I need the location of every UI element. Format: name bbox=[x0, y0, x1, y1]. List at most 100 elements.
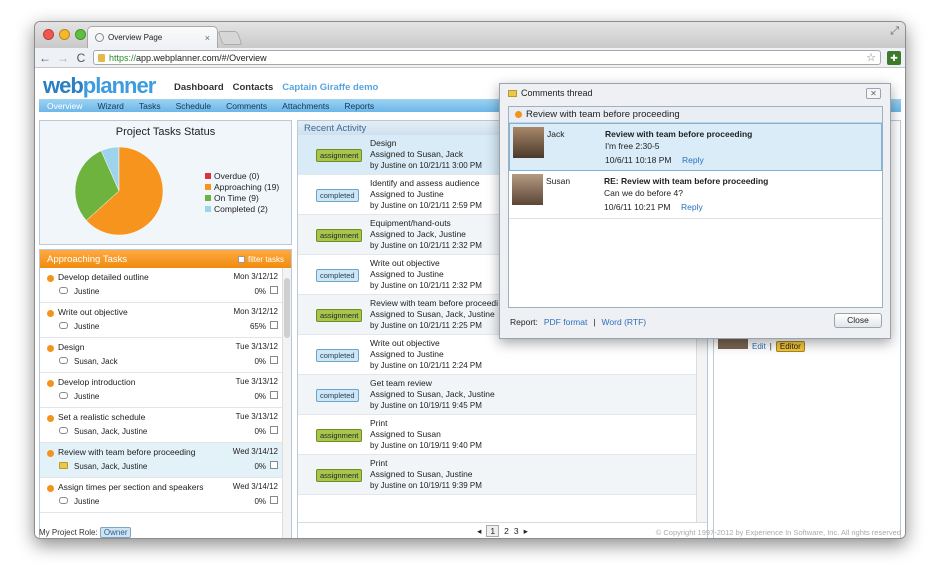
activity-meta: by Justine on 10/21/11 2:59 PM bbox=[370, 201, 482, 210]
menu-wizard[interactable]: Wizard bbox=[97, 101, 123, 111]
reply-link[interactable]: Reply bbox=[681, 202, 703, 212]
task-people: Susan, Jack bbox=[74, 357, 118, 366]
url-scheme: https:// bbox=[109, 52, 137, 63]
minimize-window-button[interactable] bbox=[59, 29, 70, 40]
menu-overview[interactable]: Overview bbox=[47, 101, 82, 111]
menu-reports[interactable]: Reports bbox=[344, 101, 374, 111]
task-name[interactable]: Develop detailed outline bbox=[58, 272, 149, 282]
comment-icon[interactable] bbox=[59, 427, 68, 434]
list-item[interactable]: Review with team before proceeding Wed 3/… bbox=[40, 443, 283, 478]
lock-icon bbox=[98, 53, 105, 62]
activity-title[interactable]: Identify and assess audience bbox=[370, 178, 480, 188]
task-name[interactable]: Develop introduction bbox=[58, 377, 136, 387]
tab-close-icon[interactable]: × bbox=[205, 33, 210, 43]
reload-icon[interactable]: C bbox=[75, 51, 87, 65]
comments-thread-dialog: Comments thread ✕ Review with team befor… bbox=[499, 83, 891, 339]
activity-badge: completed bbox=[316, 269, 359, 282]
task-name[interactable]: Assign times per section and speakers bbox=[58, 482, 204, 492]
role-badge: Owner bbox=[99, 527, 132, 538]
menu-comments[interactable]: Comments bbox=[226, 101, 267, 111]
activity-item[interactable]: completed Get team review Assigned to Susa… bbox=[298, 375, 696, 415]
status-title: Project Tasks Status bbox=[115, 126, 216, 138]
bookmark-star-icon[interactable]: ☆ bbox=[866, 51, 876, 64]
activity-item[interactable]: assignment Print Assigned to Susan, Justin… bbox=[298, 455, 696, 495]
task-complete-checkbox[interactable] bbox=[270, 496, 278, 504]
word-export-link[interactable]: Word (RTF) bbox=[602, 317, 647, 327]
editor-badge: Editor bbox=[775, 341, 805, 352]
task-complete-checkbox[interactable] bbox=[270, 321, 278, 329]
thread-title: Review with team before proceeding bbox=[526, 109, 680, 120]
nav-contacts[interactable]: Contacts bbox=[233, 82, 274, 93]
filter-tasks-toggle[interactable]: filter tasks bbox=[237, 254, 284, 264]
activity-badge: completed bbox=[316, 189, 359, 202]
task-name[interactable]: Review with team before proceeding bbox=[58, 447, 196, 457]
activity-detail: Assigned to Susan bbox=[370, 429, 441, 439]
list-item[interactable]: Write out objective Mon 3/12/12 Justine 65% bbox=[40, 303, 283, 338]
comment-icon[interactable] bbox=[59, 392, 68, 399]
close-button[interactable]: Close bbox=[834, 313, 882, 328]
dialog-close-icon[interactable]: ✕ bbox=[866, 88, 881, 99]
task-complete-checkbox[interactable] bbox=[270, 461, 278, 469]
activity-item[interactable]: assignment Print Assigned to Susan by Justi… bbox=[298, 415, 696, 455]
webplanner-logo[interactable]: webplanner bbox=[43, 73, 156, 99]
task-name[interactable]: Design bbox=[58, 342, 84, 352]
edit-link[interactable]: Edit bbox=[752, 342, 766, 351]
legend-swatch bbox=[205, 195, 211, 201]
avatar bbox=[513, 127, 544, 158]
activity-title[interactable]: Write out objective bbox=[370, 258, 440, 268]
list-item[interactable]: Assign times per section and speakers Wed… bbox=[40, 478, 283, 513]
nav-project-name[interactable]: Captain Giraffe demo bbox=[282, 82, 378, 93]
menu-attachments[interactable]: Attachments bbox=[282, 101, 329, 111]
activity-title[interactable]: Equipment/hand-outs bbox=[370, 218, 451, 228]
task-name[interactable]: Write out objective bbox=[58, 307, 128, 317]
comment-icon[interactable] bbox=[59, 322, 68, 329]
activity-title[interactable]: Write out objective bbox=[370, 338, 440, 348]
list-item[interactable]: Develop detailed outline Mon 3/12/12 Justi… bbox=[40, 268, 283, 303]
tasks-scrollbar[interactable] bbox=[282, 268, 291, 538]
activity-title[interactable]: Design bbox=[370, 138, 396, 148]
filter-label: filter tasks bbox=[247, 254, 284, 264]
tasks-scroll-thumb[interactable] bbox=[284, 278, 290, 338]
pdf-export-link[interactable]: PDF format bbox=[544, 317, 587, 327]
menu-schedule[interactable]: Schedule bbox=[176, 101, 211, 111]
task-complete-checkbox[interactable] bbox=[270, 391, 278, 399]
forward-icon[interactable]: → bbox=[57, 51, 69, 65]
activity-title[interactable]: Review with team before proceedi bbox=[370, 298, 498, 308]
folder-icon[interactable] bbox=[59, 462, 68, 469]
status-dot bbox=[47, 310, 54, 317]
back-icon[interactable]: ← bbox=[39, 51, 51, 65]
new-tab-button[interactable] bbox=[217, 31, 243, 45]
activity-title[interactable]: Print bbox=[370, 418, 387, 428]
activity-title[interactable]: Print bbox=[370, 458, 387, 468]
zoom-window-button[interactable] bbox=[75, 29, 86, 40]
comment-item[interactable]: Jack Review with team before proceeding … bbox=[509, 123, 882, 171]
comment-item[interactable]: Susan RE: Review with team before procee… bbox=[509, 171, 882, 219]
browser-tab[interactable]: Overview Page × bbox=[87, 26, 218, 48]
filter-checkbox[interactable] bbox=[237, 255, 245, 263]
status-dot bbox=[47, 380, 54, 387]
activity-detail: Assigned to Justine bbox=[370, 349, 444, 359]
dialog-title: Comments thread bbox=[521, 88, 593, 98]
task-date: Mon 3/12/12 bbox=[233, 307, 278, 316]
menu-tasks[interactable]: Tasks bbox=[139, 101, 161, 111]
fullscreen-icon[interactable]: ⤢ bbox=[890, 25, 899, 38]
address-bar[interactable]: https://app.webplanner.com/#/Overview ☆ bbox=[93, 50, 881, 65]
task-complete-checkbox[interactable] bbox=[270, 426, 278, 434]
list-item[interactable]: Design Tue 3/13/12 Susan, Jack 0% bbox=[40, 338, 283, 373]
comment-icon[interactable] bbox=[59, 287, 68, 294]
task-complete-checkbox[interactable] bbox=[270, 356, 278, 364]
close-window-button[interactable] bbox=[43, 29, 54, 40]
comment-icon[interactable] bbox=[59, 497, 68, 504]
task-date: Tue 3/13/12 bbox=[235, 412, 278, 421]
nav-dashboard[interactable]: Dashboard bbox=[174, 82, 224, 93]
reply-link[interactable]: Reply bbox=[682, 155, 704, 165]
activity-item[interactable]: completed Write out objective Assigned to … bbox=[298, 335, 696, 375]
task-name[interactable]: Set a realistic schedule bbox=[58, 412, 145, 422]
comment-icon[interactable] bbox=[59, 357, 68, 364]
list-item[interactable]: Set a realistic schedule Tue 3/13/12 Susan… bbox=[40, 408, 283, 443]
status-pie-chart bbox=[74, 146, 164, 236]
activity-title[interactable]: Get team review bbox=[370, 378, 432, 388]
extension-icon[interactable]: ✚ bbox=[887, 50, 901, 65]
list-item[interactable]: Develop introduction Tue 3/13/12 Justine 0% bbox=[40, 373, 283, 408]
task-complete-checkbox[interactable] bbox=[270, 286, 278, 294]
